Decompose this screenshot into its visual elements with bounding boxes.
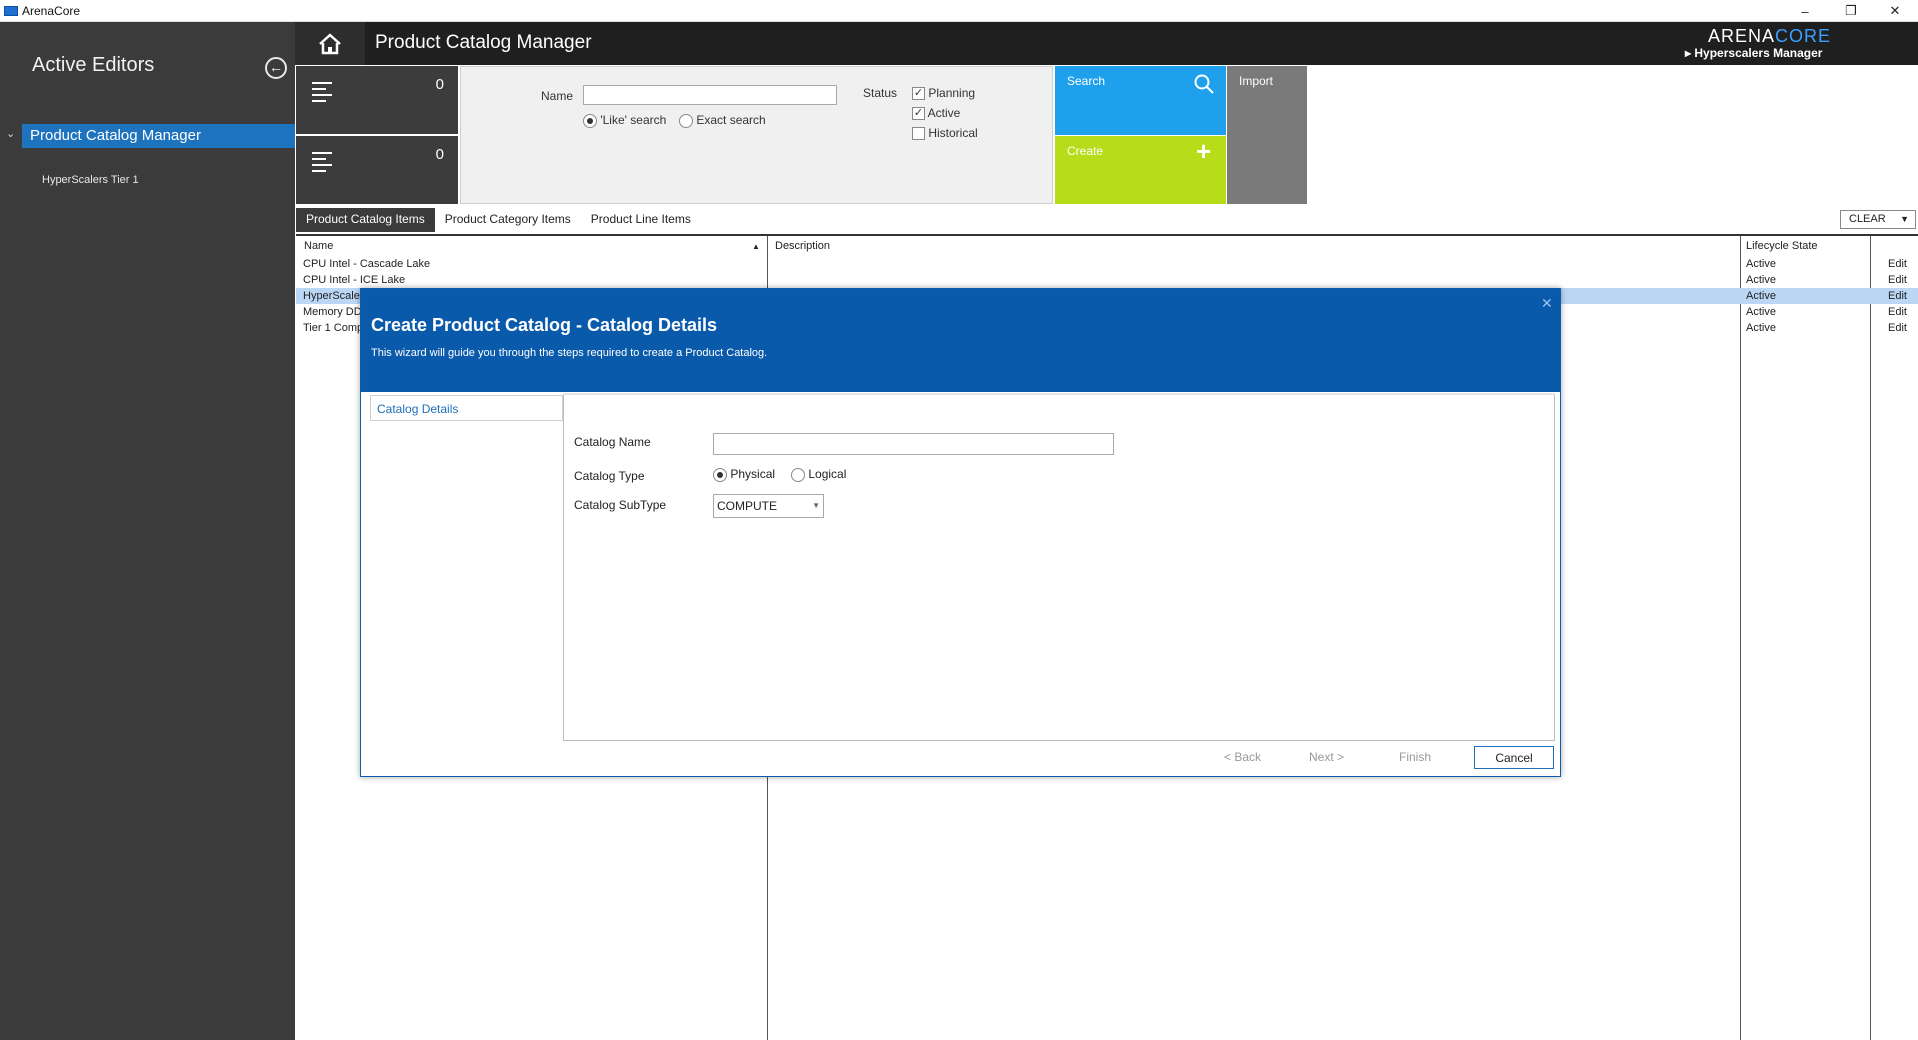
status-planning-checkbox[interactable]: ✓ Planning [912, 86, 975, 101]
list-icon [312, 82, 332, 106]
create-catalog-dialog: Create Product Catalog - Catalog Details… [360, 288, 1561, 777]
edit-link[interactable]: Edit [1888, 274, 1907, 286]
finish-button[interactable]: Finish [1399, 750, 1431, 764]
search-icon [1194, 74, 1214, 94]
sidebar-subitem-hyperscalers-tier1[interactable]: HyperScalers Tier 1 [42, 174, 139, 186]
edit-link[interactable]: Edit [1888, 290, 1907, 302]
tree-expand-icon[interactable]: ⌄ [6, 127, 15, 140]
import-button[interactable]: Import [1227, 66, 1307, 204]
dialog-subtitle: This wizard will guide you through the s… [371, 347, 768, 359]
wizard-steps: Catalog Details [370, 395, 563, 421]
next-button[interactable]: Next > [1309, 750, 1344, 764]
app-icon [4, 6, 18, 16]
edit-link[interactable]: Edit [1888, 322, 1907, 334]
counter-value: 0 [435, 76, 444, 93]
dropdown-arrow-icon: ▼ [812, 501, 820, 510]
restore-button[interactable]: ❐ [1828, 0, 1874, 22]
manager-selector[interactable]: ▸ Hyperscalers Manager [1685, 46, 1822, 60]
catalog-type-label: Catalog Type [574, 469, 645, 483]
sort-ascending-icon[interactable]: ▲ [752, 242, 760, 251]
search-panel: Name 'Like' search Exact search Status ✓… [460, 66, 1053, 204]
column-header-description[interactable]: Description [775, 240, 830, 252]
name-label: Name [541, 89, 574, 103]
catalog-type-physical-radio[interactable]: Physical [713, 467, 775, 482]
catalog-name-input[interactable] [713, 433, 1114, 455]
checkmark-icon: ✓ [912, 107, 925, 121]
list-icon [312, 152, 332, 176]
radio-unselected-icon [679, 113, 693, 128]
checkmark-icon: ✓ [912, 87, 925, 101]
catalog-subtype-label: Catalog SubType [574, 498, 667, 512]
status-label: Status [863, 86, 898, 100]
plus-icon: + [1196, 136, 1212, 166]
edit-link[interactable]: Edit [1888, 306, 1907, 318]
counter-tile[interactable]: 0 [296, 66, 458, 134]
dialog-title: Create Product Catalog - Catalog Details [371, 315, 718, 335]
tab-product-catalog-items[interactable]: Product Catalog Items [296, 208, 435, 232]
dialog-header: Create Product Catalog - Catalog Details… [361, 289, 1560, 392]
back-button[interactable]: < Back [1224, 750, 1261, 764]
close-button[interactable]: ✕ [1872, 0, 1918, 22]
catalog-subtype-select[interactable]: COMPUTE ▼ [713, 494, 824, 518]
column-header-lifecycle-state[interactable]: Lifecycle State [1746, 240, 1818, 252]
table-row[interactable]: CPU Intel - Cascade Lake Active Edit [296, 256, 1918, 272]
back-arrow-icon[interactable]: ← [265, 57, 287, 79]
sidebar-item-product-catalog-manager[interactable]: Product Catalog Manager [22, 124, 295, 148]
clear-dropdown[interactable]: CLEAR ▼ [1840, 210, 1916, 229]
table-row[interactable]: CPU Intel - ICE Lake Active Edit [296, 272, 1918, 288]
create-button[interactable]: Create + [1055, 136, 1226, 204]
page-title: Product Catalog Manager [375, 32, 592, 53]
empty-checkbox-icon [912, 127, 925, 141]
radio-unselected-icon [791, 467, 805, 482]
like-search-option[interactable]: 'Like' search [583, 113, 666, 128]
tab-product-line-items[interactable]: Product Line Items [581, 208, 701, 232]
caret-right-icon: ▸ [1685, 46, 1692, 60]
catalog-type-logical-radio[interactable]: Logical [791, 467, 846, 482]
search-button[interactable]: Search [1055, 66, 1226, 135]
name-search-input[interactable] [583, 85, 837, 105]
app-header: Product Catalog Manager ARENACORE ▸ Hype… [295, 22, 1918, 65]
active-editors-sidebar: Active Editors ← ⌄ Product Catalog Manag… [0, 22, 295, 1040]
status-active-checkbox[interactable]: ✓ Active [912, 106, 960, 121]
counter-tile[interactable]: 0 [296, 136, 458, 204]
home-icon [319, 32, 341, 54]
home-button[interactable] [295, 22, 365, 65]
radio-selected-icon [713, 467, 727, 482]
dropdown-arrow-icon: ▼ [1900, 214, 1909, 224]
exact-search-option[interactable]: Exact search [679, 113, 766, 128]
brand-logo: ARENACORE [1708, 26, 1832, 46]
radio-selected-icon [583, 113, 597, 128]
column-header-name[interactable]: Name [304, 240, 333, 252]
cancel-button[interactable]: Cancel [1474, 746, 1554, 769]
edit-link[interactable]: Edit [1888, 258, 1907, 270]
status-historical-checkbox[interactable]: Historical [912, 126, 978, 141]
close-icon[interactable]: ✕ [1541, 295, 1553, 312]
tab-product-category-items[interactable]: Product Category Items [435, 208, 581, 232]
catalog-name-label: Catalog Name [574, 435, 651, 449]
tab-bar: Product Catalog Items Product Category I… [296, 208, 701, 232]
window-titlebar: ArenaCore – ❐ ✕ [0, 0, 1918, 22]
counter-value: 0 [435, 146, 444, 163]
step-catalog-details[interactable]: Catalog Details [377, 402, 458, 416]
window-title: ArenaCore [22, 4, 81, 18]
minimize-button[interactable]: – [1782, 0, 1828, 22]
sidebar-title: Active Editors [32, 54, 155, 76]
